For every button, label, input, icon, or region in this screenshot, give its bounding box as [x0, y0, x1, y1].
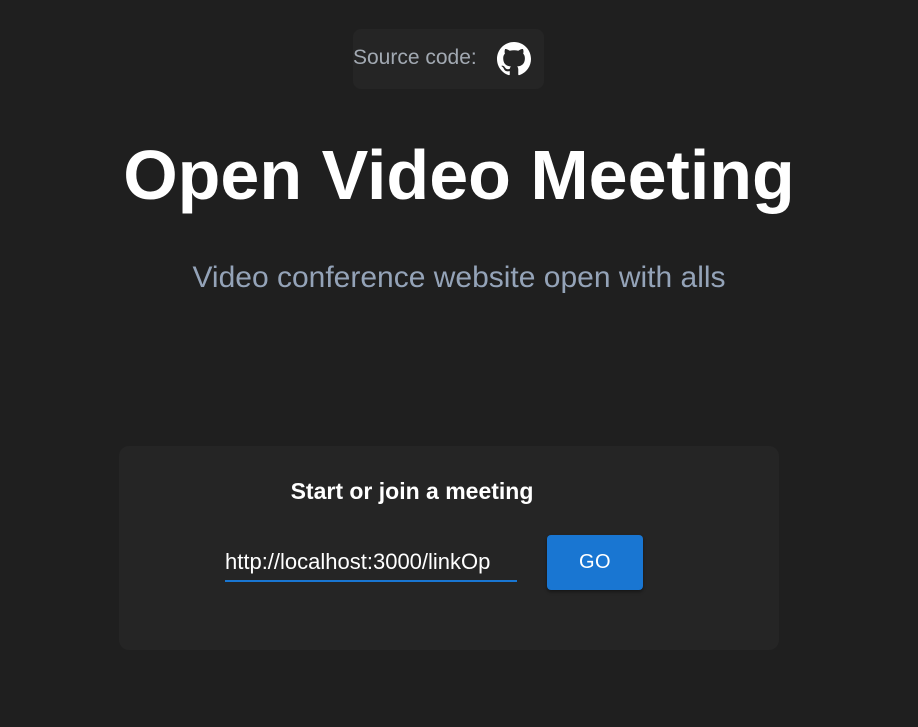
meeting-card: Start or join a meeting GO: [119, 446, 779, 650]
source-code-label: Source code:: [353, 46, 477, 69]
page-title: Open Video Meeting: [123, 136, 795, 214]
page: Source code: Open Video Meeting Video co…: [0, 0, 918, 727]
meeting-link-input[interactable]: [225, 544, 517, 582]
source-code-link[interactable]: Source code:: [353, 29, 544, 89]
go-button[interactable]: GO: [547, 535, 643, 590]
meeting-heading: Start or join a meeting: [290, 478, 534, 504]
page-subtitle: Video conference website open with alls: [192, 261, 726, 294]
github-icon[interactable]: [497, 42, 531, 76]
